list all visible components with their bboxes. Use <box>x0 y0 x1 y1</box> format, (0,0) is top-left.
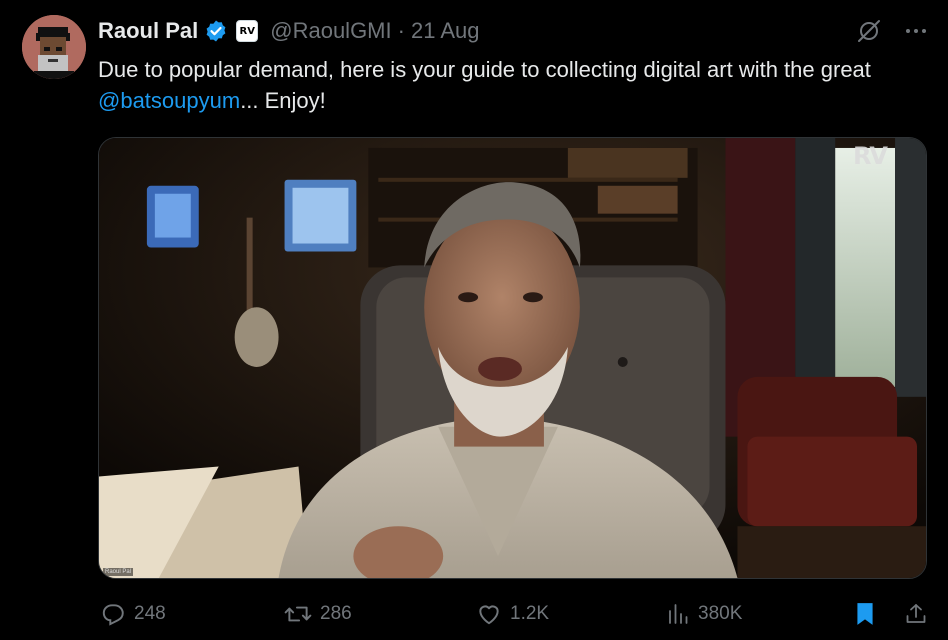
repost-icon <box>284 606 312 622</box>
like-count: 1.2K <box>510 603 550 624</box>
like-button[interactable]: 1.2K <box>476 596 549 632</box>
avatar[interactable] <box>22 15 86 79</box>
grok-icon[interactable] <box>856 18 882 44</box>
video-corner-label: Raoul Pal <box>103 568 134 576</box>
tweet-video[interactable]: RV Raoul Pal <box>98 137 927 579</box>
share-button[interactable] <box>904 596 936 632</box>
video-frame-image <box>99 138 926 578</box>
verified-badge-icon[interactable] <box>204 19 228 43</box>
reply-icon <box>102 604 124 626</box>
heart-icon <box>479 605 499 625</box>
pixel-punk-avatar-icon <box>22 15 86 79</box>
tweet-text: Due to popular demand, here is your guid… <box>98 54 928 116</box>
tweet-text-after: ... Enjoy! <box>240 88 326 113</box>
tweet-top-actions <box>856 18 928 44</box>
views-count: 380K <box>698 603 743 624</box>
tweet-action-bar: 248 286 1.2K 380K <box>98 596 928 632</box>
reply-count: 248 <box>134 603 166 624</box>
more-icon[interactable] <box>904 19 928 43</box>
author-handle[interactable]: @RaoulGMI <box>270 18 391 44</box>
reply-button[interactable]: 248 <box>100 596 166 632</box>
bookmark-icon <box>857 603 873 625</box>
bookmark-button[interactable] <box>854 596 884 632</box>
tweet-date[interactable]: 21 Aug <box>411 18 480 44</box>
views-icon <box>669 604 688 624</box>
repost-button[interactable]: 286 <box>284 596 352 632</box>
tweet-header: Raoul Pal RV @RaoulGMI · 21 Aug <box>98 14 479 48</box>
rv-watermark: RV <box>852 142 888 170</box>
author-name[interactable]: Raoul Pal <box>98 18 198 44</box>
mention-link[interactable]: @batsoupyum <box>98 88 240 113</box>
views-button[interactable]: 380K <box>666 596 742 632</box>
tweet-text-before: Due to popular demand, here is your guid… <box>98 57 871 82</box>
share-icon <box>906 604 926 623</box>
affiliate-badge[interactable]: RV <box>236 20 259 42</box>
dot-separator: · <box>397 18 405 43</box>
repost-count: 286 <box>320 603 352 624</box>
